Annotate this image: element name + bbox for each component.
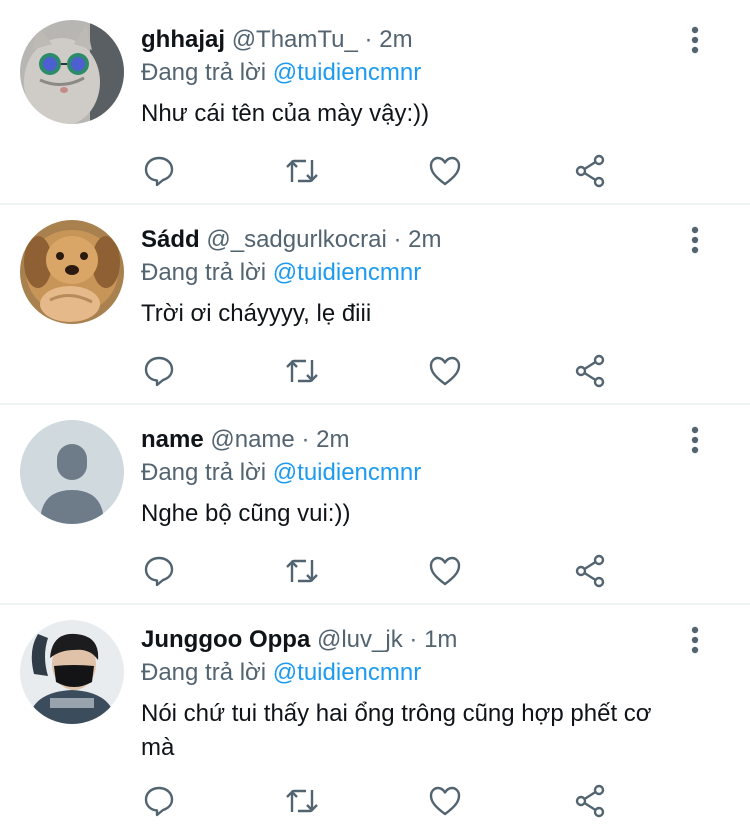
retweet-icon[interactable] [284, 353, 320, 389]
reply-tweet[interactable]: ghhajaj @ThamTu_ · 2m Đang trả lời @tuid… [0, 0, 750, 204]
avatar[interactable] [20, 420, 124, 524]
avatar[interactable] [20, 20, 124, 124]
tweet-actions [141, 783, 611, 819]
tweet-text: Nói chứ tui thấy hai ổng trông cũng hợp … [141, 700, 652, 761]
tweet-text: Trời ơi cháyyyy, lẹ điii [141, 300, 372, 327]
reply-icon[interactable] [141, 353, 177, 389]
replying-mention-link[interactable]: @tuidiencmnr [273, 459, 421, 486]
handle[interactable]: @name [210, 426, 294, 453]
handle[interactable]: @_sadgurlkocrai [206, 226, 386, 253]
reply-icon[interactable] [141, 783, 177, 819]
tweet-text: Nghe bộ cũng vui:)) [141, 500, 351, 527]
share-icon[interactable] [572, 783, 608, 819]
tweet-actions [141, 153, 611, 189]
like-icon[interactable] [427, 353, 463, 389]
reply-tweet[interactable]: name @name · 2m Đang trả lời @tuidiencmn… [0, 405, 750, 603]
display-name[interactable]: Sádd [141, 226, 200, 253]
more-options-icon[interactable] [680, 225, 710, 255]
replying-prefix: Đang trả lời [141, 659, 267, 686]
replying-prefix: Đang trả lời [141, 59, 267, 86]
reply-icon[interactable] [141, 553, 177, 589]
handle[interactable]: @ThamTu_ [232, 26, 358, 53]
timestamp[interactable]: 2m [379, 26, 412, 53]
display-name[interactable]: Junggoo Oppa [141, 626, 310, 653]
default-profile-image [20, 420, 124, 524]
reply-tweet[interactable]: Junggoo Oppa @luv_jk · 1m Đang trả lời @… [0, 605, 750, 832]
dog-avatar-image [20, 220, 124, 324]
more-options-icon[interactable] [680, 625, 710, 655]
masked-person-image [20, 620, 124, 724]
display-name[interactable]: name [141, 426, 204, 453]
retweet-icon[interactable] [284, 553, 320, 589]
avatar[interactable] [20, 220, 124, 324]
tweet-actions [141, 553, 611, 589]
more-options-icon[interactable] [680, 25, 710, 55]
tweet-header: name @name · 2m [141, 425, 690, 455]
display-name[interactable]: ghhajaj [141, 26, 225, 53]
tweet-actions [141, 353, 611, 389]
replying-to: Đang trả lời @tuidiencmnr [141, 58, 690, 88]
reply-icon[interactable] [141, 153, 177, 189]
more-options-icon[interactable] [680, 425, 710, 455]
reply-tweet[interactable]: Sádd @_sadgurlkocrai · 2m Đang trả lời @… [0, 205, 750, 403]
replying-to: Đang trả lời @tuidiencmnr [141, 458, 690, 488]
cat-avatar-image [20, 20, 124, 124]
tweet-header: Junggoo Oppa @luv_jk · 1m [141, 625, 690, 655]
timestamp[interactable]: 2m [408, 226, 441, 253]
handle[interactable]: @luv_jk [317, 626, 403, 653]
like-icon[interactable] [427, 783, 463, 819]
tweet-header: ghhajaj @ThamTu_ · 2m [141, 25, 690, 55]
replying-prefix: Đang trả lời [141, 259, 267, 286]
replying-mention-link[interactable]: @tuidiencmnr [273, 59, 421, 86]
replying-prefix: Đang trả lời [141, 459, 267, 486]
share-icon[interactable] [572, 353, 608, 389]
tweet-text: Như cái tên của mày vậy:)) [141, 100, 430, 127]
share-icon[interactable] [572, 153, 608, 189]
avatar[interactable] [20, 620, 124, 724]
replying-to: Đang trả lời @tuidiencmnr [141, 658, 690, 688]
replying-mention-link[interactable]: @tuidiencmnr [273, 659, 421, 686]
separator: · [393, 226, 402, 253]
retweet-icon[interactable] [284, 783, 320, 819]
tweet-header: Sádd @_sadgurlkocrai · 2m [141, 225, 690, 255]
retweet-icon[interactable] [284, 153, 320, 189]
separator: · [301, 426, 310, 453]
like-icon[interactable] [427, 553, 463, 589]
separator: · [364, 26, 373, 53]
timestamp[interactable]: 1m [424, 626, 457, 653]
like-icon[interactable] [427, 153, 463, 189]
share-icon[interactable] [572, 553, 608, 589]
separator: · [409, 626, 418, 653]
replying-to: Đang trả lời @tuidiencmnr [141, 258, 690, 288]
timestamp[interactable]: 2m [316, 426, 349, 453]
replying-mention-link[interactable]: @tuidiencmnr [273, 259, 421, 286]
